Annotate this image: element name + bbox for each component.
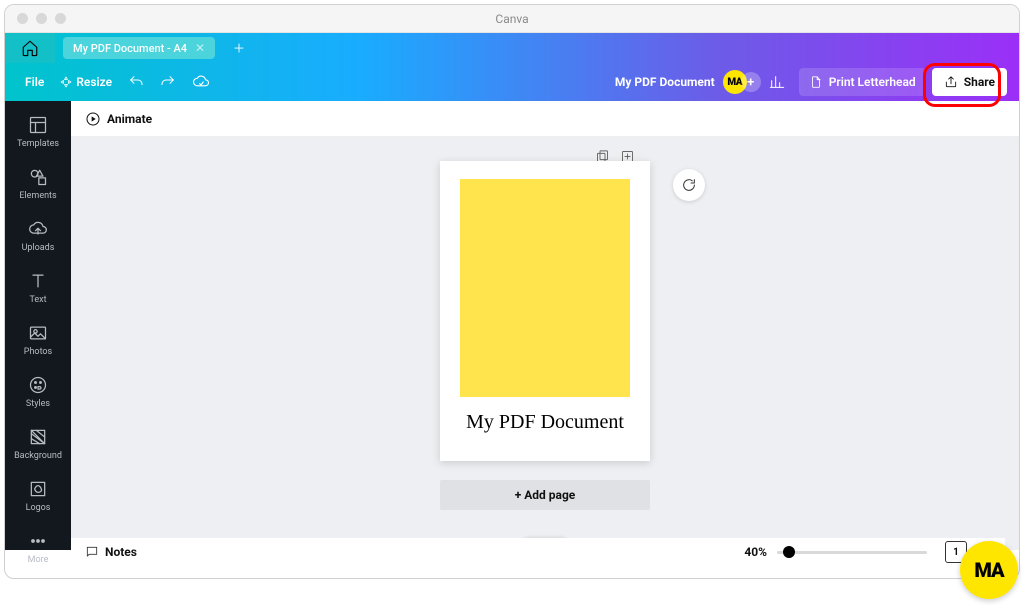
mac-close[interactable] bbox=[17, 13, 28, 24]
mac-minimize[interactable] bbox=[36, 13, 47, 24]
tab-close-icon[interactable]: ✕ bbox=[195, 41, 205, 55]
undo-button[interactable] bbox=[120, 68, 152, 96]
sidebar-item-photos[interactable]: Photos bbox=[5, 315, 71, 367]
document-heading[interactable]: My PDF Document bbox=[466, 411, 624, 434]
document-name[interactable]: My PDF Document bbox=[607, 68, 723, 96]
print-button[interactable]: Print Letterhead bbox=[799, 68, 926, 96]
share-button[interactable]: Share bbox=[932, 68, 1007, 96]
tab-add-button[interactable] bbox=[225, 34, 253, 62]
file-menu[interactable]: File bbox=[17, 68, 52, 96]
animate-button[interactable]: Animate bbox=[107, 112, 152, 126]
yellow-rectangle[interactable] bbox=[460, 179, 630, 397]
sidebar-item-uploads[interactable]: Uploads bbox=[5, 211, 71, 263]
home-button[interactable] bbox=[5, 33, 55, 63]
sidebar-item-templates[interactable]: Templates bbox=[5, 107, 71, 159]
sidebar-item-background[interactable]: Background bbox=[5, 419, 71, 471]
zoom-thumb[interactable] bbox=[783, 546, 795, 558]
reset-rotation-button[interactable] bbox=[673, 169, 705, 201]
resize-button[interactable]: Resize bbox=[52, 68, 120, 96]
sidebar-item-elements[interactable]: Elements bbox=[5, 159, 71, 211]
tab-active[interactable]: My PDF Document - A4 ✕ bbox=[63, 37, 215, 59]
insights-button[interactable] bbox=[761, 68, 793, 96]
watermark-badge: MA bbox=[960, 541, 1018, 599]
context-toolbar: Animate bbox=[71, 101, 1019, 137]
app-title: Canva bbox=[495, 12, 528, 26]
mac-titlebar: Canva bbox=[5, 5, 1019, 33]
redo-button[interactable] bbox=[152, 68, 184, 96]
zoom-value[interactable]: 40% bbox=[744, 545, 767, 559]
left-sidebar: Templates Elements Uploads Text Photos S… bbox=[5, 101, 71, 550]
sidebar-item-more[interactable]: More bbox=[5, 523, 71, 575]
main-toolbar: File Resize My PDF Document MA + Print L… bbox=[5, 63, 1019, 101]
sidebar-item-logos[interactable]: Logos bbox=[5, 471, 71, 523]
cloud-sync-icon[interactable] bbox=[184, 68, 218, 96]
footer-bar: Notes 40% 1 bbox=[71, 538, 1005, 566]
tab-label: My PDF Document - A4 bbox=[73, 42, 187, 55]
tab-row: My PDF Document - A4 ✕ bbox=[5, 33, 1019, 63]
mac-zoom[interactable] bbox=[55, 13, 66, 24]
zoom-slider[interactable] bbox=[777, 551, 927, 554]
notes-button[interactable]: Notes bbox=[105, 545, 137, 559]
canvas-page[interactable]: My PDF Document bbox=[440, 161, 650, 461]
add-page-button[interactable]: + Add page bbox=[440, 480, 650, 510]
animate-icon bbox=[85, 111, 101, 127]
add-collaborator-button[interactable]: + bbox=[741, 72, 761, 92]
sidebar-item-text[interactable]: Text bbox=[5, 263, 71, 315]
canvas-area[interactable]: My PDF Document + Add page bbox=[71, 137, 1019, 550]
sidebar-item-styles[interactable]: Styles bbox=[5, 367, 71, 419]
notes-icon bbox=[85, 545, 99, 559]
